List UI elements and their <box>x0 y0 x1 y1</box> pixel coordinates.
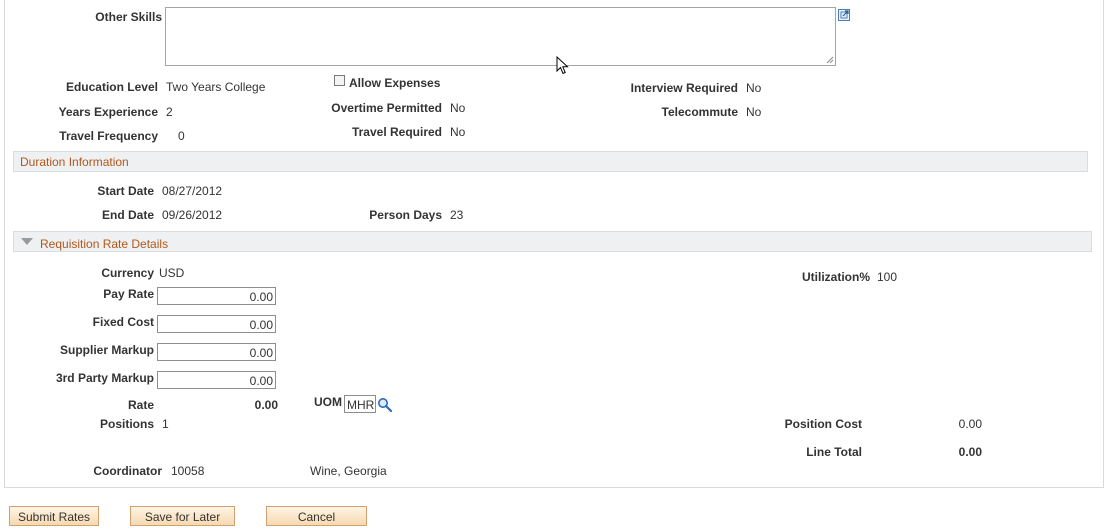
mouse-pointer-icon <box>556 56 569 75</box>
pay-rate-label: Pay Rate <box>103 287 154 301</box>
telecommute-value: No <box>746 105 762 119</box>
third-party-markup-label: 3rd Party Markup <box>55 371 154 385</box>
coordinator-id: 10058 <box>171 464 205 478</box>
overtime-permitted-label: Overtime Permitted <box>331 101 442 115</box>
other-skills-label: Other Skills <box>95 10 162 24</box>
cancel-button[interactable]: Cancel <box>266 506 367 526</box>
positions-value: 1 <box>162 417 169 431</box>
rate-label: Rate <box>127 398 154 412</box>
allow-expenses-label: Allow Expenses <box>349 76 441 90</box>
supplier-markup-input[interactable] <box>157 343 276 361</box>
rate-value: 0.00 <box>254 398 278 412</box>
uom-label: UOM <box>314 395 342 409</box>
travel-required-value: No <box>450 125 466 139</box>
start-date-value: 08/27/2012 <box>162 184 223 198</box>
position-cost-label: Position Cost <box>784 417 862 431</box>
end-date-value: 09/26/2012 <box>162 208 223 222</box>
duration-section-title: Duration Information <box>20 155 129 169</box>
utilization-value: 100 <box>877 270 898 284</box>
fixed-cost-label: Fixed Cost <box>92 315 154 329</box>
years-experience-value: 2 <box>166 105 173 119</box>
overtime-permitted-value: No <box>450 101 466 115</box>
interview-required-value: No <box>746 81 762 95</box>
supplier-markup-label: Supplier Markup <box>59 343 154 357</box>
submit-rates-button[interactable]: Submit Rates <box>9 506 99 526</box>
travel-frequency-label: Travel Frequency <box>59 129 158 143</box>
person-days-value: 23 <box>450 208 464 222</box>
line-total-label: Line Total <box>806 445 862 459</box>
currency-label: Currency <box>101 266 154 280</box>
education-level-label: Education Level <box>65 80 158 94</box>
line-total-value: 0.00 <box>958 445 982 459</box>
positions-label: Positions <box>99 417 154 431</box>
resize-grip-icon[interactable] <box>826 56 834 64</box>
telecommute-label: Telecommute <box>661 105 738 119</box>
collapse-triangle-icon[interactable] <box>21 238 33 245</box>
utilization-label: Utilization% <box>802 270 870 284</box>
pay-rate-input[interactable] <box>157 287 276 305</box>
person-days-label: Person Days <box>369 208 442 222</box>
expand-icon[interactable] <box>838 9 850 21</box>
allow-expenses-checkbox[interactable] <box>334 75 345 86</box>
third-party-markup-input[interactable] <box>157 371 276 389</box>
rate-section-title[interactable]: Requisition Rate Details <box>40 237 168 251</box>
duration-section-header <box>13 151 1088 172</box>
save-for-later-button[interactable]: Save for Later <box>130 506 235 526</box>
position-cost-value: 0.00 <box>958 417 982 431</box>
uom-input[interactable] <box>344 395 376 413</box>
other-skills-textarea[interactable] <box>165 7 836 66</box>
education-level-value: Two Years College <box>166 80 266 94</box>
fixed-cost-input[interactable] <box>157 315 276 333</box>
rate-section-header[interactable] <box>13 231 1092 252</box>
lookup-icon[interactable] <box>377 397 393 412</box>
travel-frequency-value: 0 <box>178 129 185 143</box>
currency-value: USD <box>159 266 185 280</box>
coordinator-name: Wine, Georgia <box>310 464 387 478</box>
start-date-label: Start Date <box>97 184 154 198</box>
years-experience-label: Years Experience <box>58 105 158 119</box>
interview-required-label: Interview Required <box>630 81 738 95</box>
travel-required-label: Travel Required <box>351 125 442 139</box>
coordinator-label: Coordinator <box>93 464 162 478</box>
end-date-label: End Date <box>101 208 154 222</box>
